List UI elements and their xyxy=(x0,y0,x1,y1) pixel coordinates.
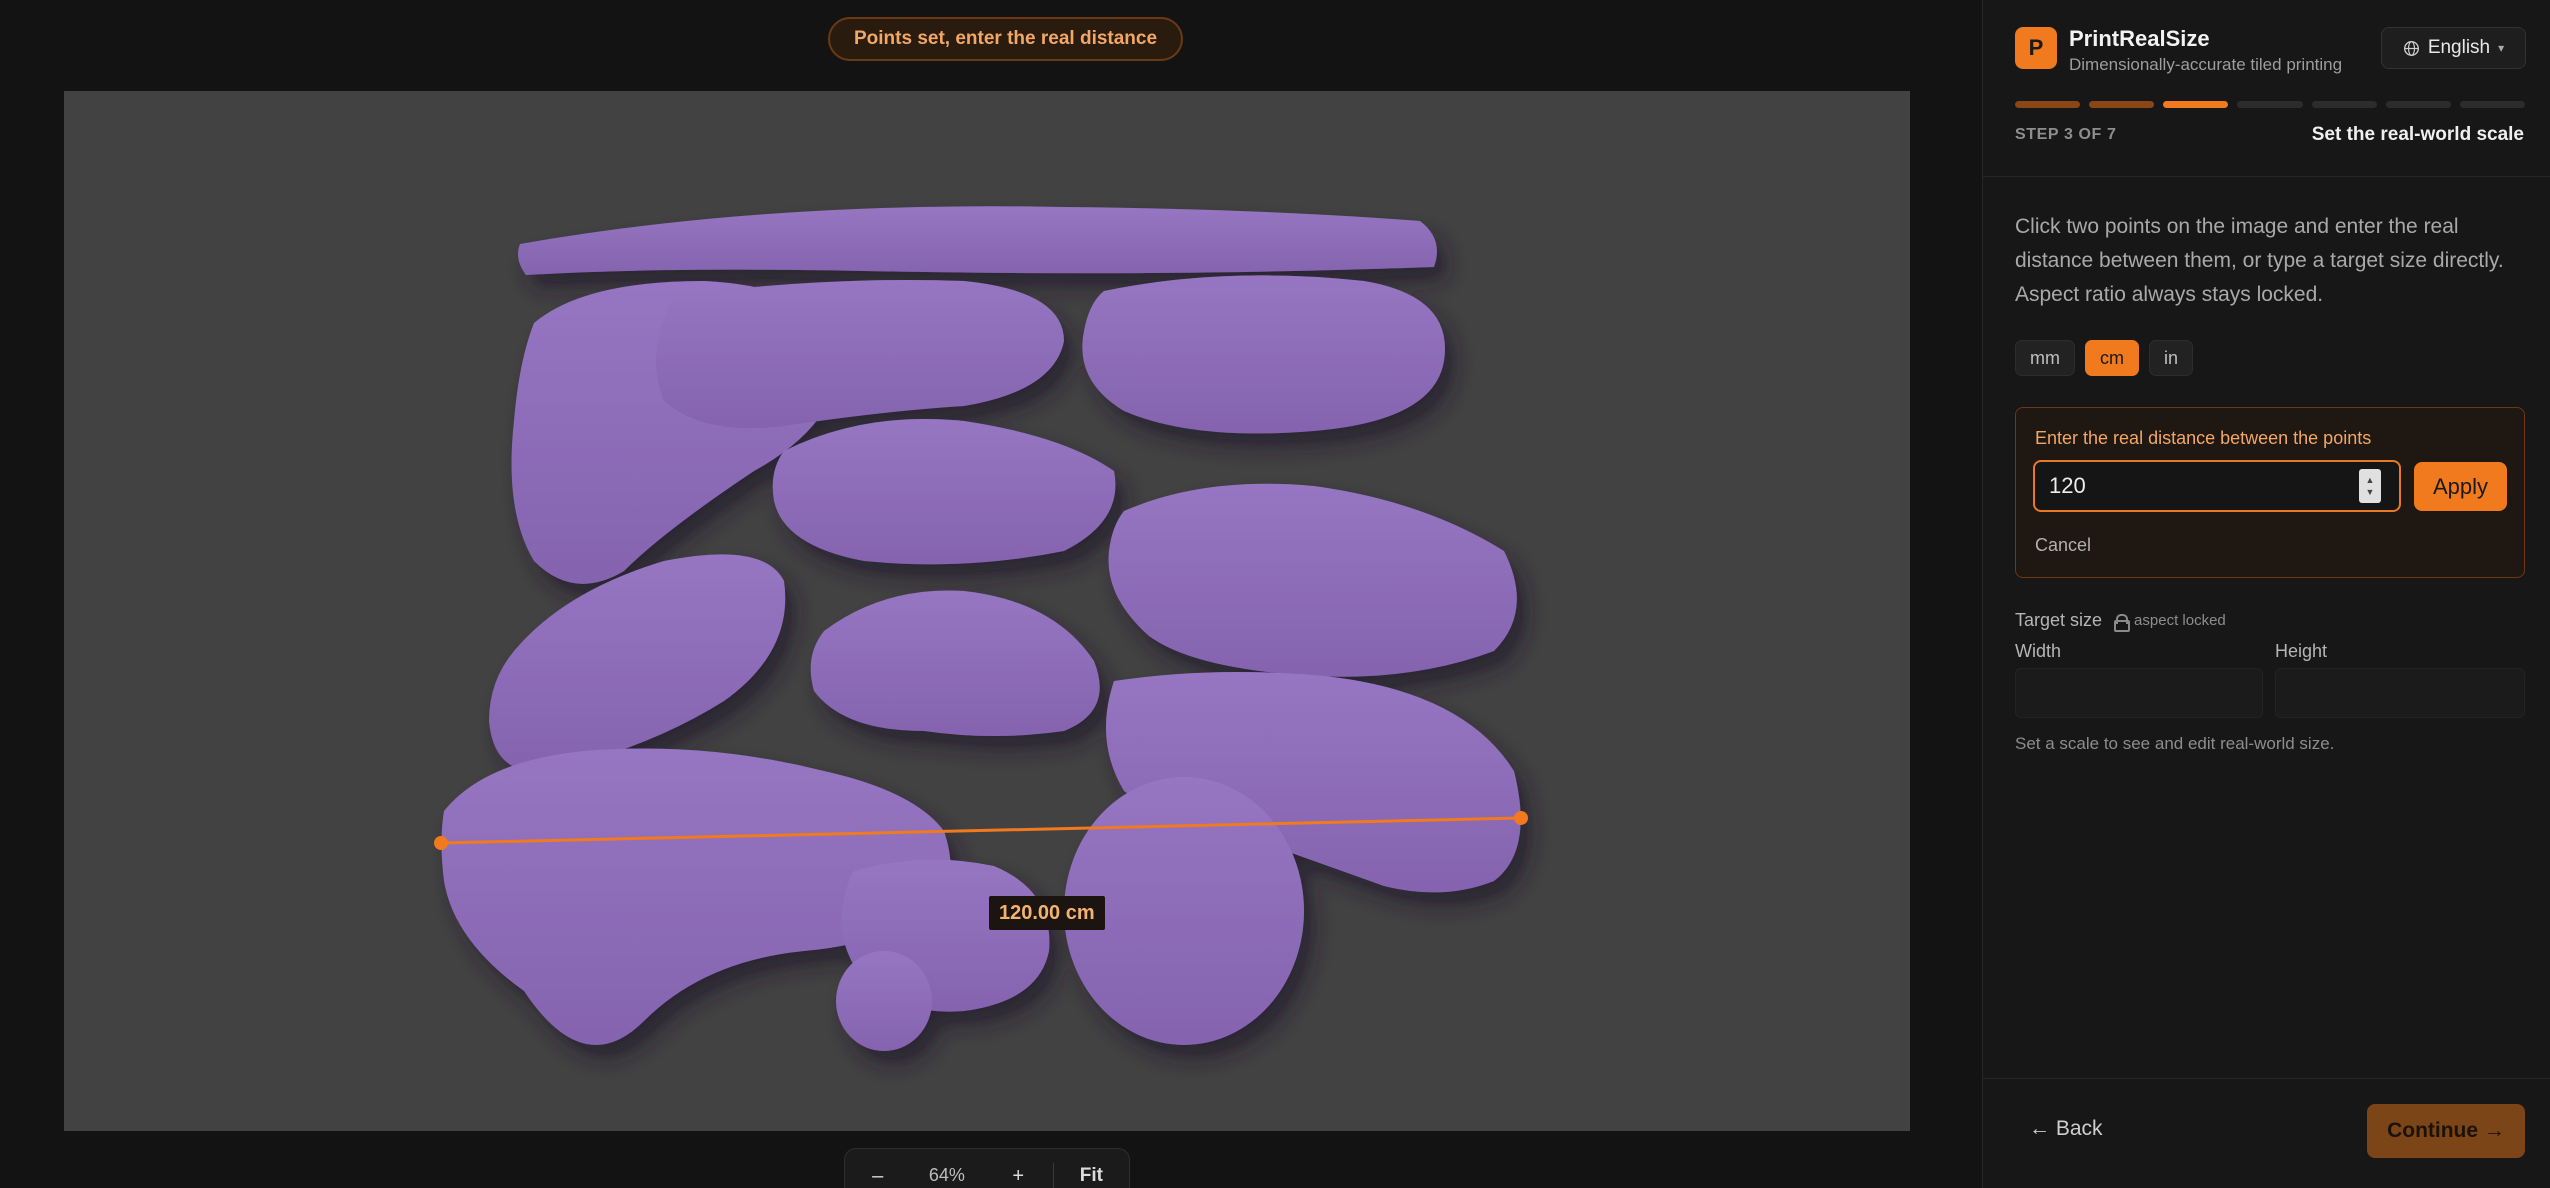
lock-icon xyxy=(2114,613,2131,632)
cancel-button[interactable]: Cancel xyxy=(2035,535,2091,556)
number-stepper-icon[interactable]: ▲ ▼ xyxy=(2359,469,2381,503)
step-progress xyxy=(2015,101,2525,109)
progress-segment xyxy=(2311,101,2377,108)
zoom-level: 64% xyxy=(928,1165,965,1185)
workspace: Points set, enter the real distance 120.… xyxy=(0,0,1982,1188)
progress-segment-current xyxy=(2163,101,2229,108)
globe-icon xyxy=(2403,40,2419,56)
shape-top-bar xyxy=(518,206,1437,275)
shape-middle-center xyxy=(772,419,1116,565)
shape-center-kidney xyxy=(810,590,1100,736)
progress-segment xyxy=(2459,101,2525,108)
shape-center-top xyxy=(656,280,1064,429)
width-label: Width xyxy=(2015,641,2062,661)
progress-segment xyxy=(2385,101,2451,108)
unit-mm-button[interactable]: mm xyxy=(2015,340,2075,376)
chevron-down-icon: ▾ xyxy=(2498,41,2505,55)
measure-point-a-handle[interactable] xyxy=(434,836,448,850)
language-selector[interactable]: English ▾ xyxy=(2381,27,2526,69)
header-divider xyxy=(1983,176,2550,177)
progress-segment xyxy=(2015,101,2081,108)
zoom-in-button[interactable]: + xyxy=(984,1165,1053,1188)
brand-tagline: Dimensionally-accurate tiled printing xyxy=(2069,55,2343,74)
app-root: Points set, enter the real distance 120.… xyxy=(0,0,2550,1188)
progress-segment xyxy=(2237,101,2303,108)
shape-right-middle xyxy=(1108,483,1517,677)
distance-input[interactable]: 120 xyxy=(2033,460,2401,512)
fit-button[interactable]: Fit xyxy=(1054,1165,1129,1187)
footer-divider xyxy=(1983,1078,2550,1079)
shape-small-round xyxy=(836,951,932,1051)
language-label: English xyxy=(2427,37,2491,58)
step-counter: STEP 3 OF 7 xyxy=(2015,126,2117,143)
unit-in-button[interactable]: in xyxy=(2149,340,2194,376)
apply-button[interactable]: Apply xyxy=(2414,462,2507,511)
height-label: Height xyxy=(2275,641,2328,661)
progress-segment xyxy=(2089,101,2155,108)
back-button[interactable]: ← Back xyxy=(2029,1117,2103,1141)
step-title: Set the real-world scale xyxy=(2311,124,2524,145)
shape-upper-right xyxy=(1082,275,1445,434)
zoom-out-button[interactable]: – xyxy=(845,1165,910,1188)
target-size-heading: Target size aspect locked xyxy=(2015,610,2226,632)
continue-button[interactable]: Continue → xyxy=(2367,1104,2525,1158)
unit-selector: mm cm in xyxy=(2015,340,2194,376)
target-size-hint: Set a scale to see and edit real-world s… xyxy=(2015,734,2335,753)
brand-logo: P xyxy=(2015,27,2057,69)
measurement-label: 120.00 cm xyxy=(989,896,1105,930)
height-field[interactable] xyxy=(2275,668,2525,718)
aspect-locked-note: aspect locked xyxy=(2134,612,2226,629)
status-pill: Points set, enter the real distance xyxy=(828,17,1184,61)
purple-shapes-photo xyxy=(441,206,1521,1051)
shape-left-middle xyxy=(489,554,786,772)
step-instructions: Click two points on the image and enter … xyxy=(2015,215,2504,306)
target-size-label: Target size xyxy=(2015,610,2103,630)
distance-entry-card: Enter the real distance between the poin… xyxy=(2015,407,2525,578)
unit-cm-button[interactable]: cm xyxy=(2085,340,2139,376)
width-field[interactable] xyxy=(2015,668,2263,718)
brand-name: PrintRealSize xyxy=(2069,26,2210,51)
side-panel: P PrintRealSize Dimensionally-accurate t… xyxy=(1982,0,2550,1188)
distance-label: Enter the real distance between the poin… xyxy=(2035,428,2372,448)
image-layer xyxy=(434,206,1528,1051)
image-canvas[interactable]: 120.00 cm xyxy=(64,91,1910,1131)
zoom-toolbar: – 64% + Fit xyxy=(844,1148,1130,1188)
measure-point-b-handle[interactable] xyxy=(1514,811,1528,825)
